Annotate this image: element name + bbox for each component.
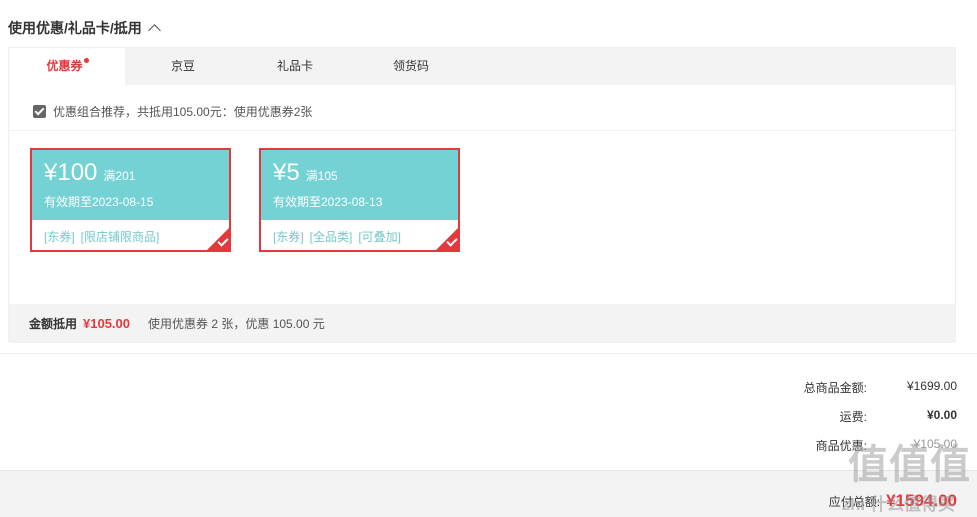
total-value: ¥1699.00 <box>906 379 957 393</box>
coupon-tag: [东券] <box>273 230 304 244</box>
recommend-text: 优惠组合推荐，共抵用105.00元：使用优惠券2张 <box>53 105 313 119</box>
total-label: 总商品金额: <box>803 381 867 395</box>
coupon-header: ¥100 满201 有效期至2023-08-15 <box>32 150 229 220</box>
coupon-validity: 有效期至2023-08-13 <box>273 195 383 209</box>
tab-bar: 优惠券 京豆 礼品卡 领货码 <box>9 48 955 85</box>
tab-coupons[interactable]: 优惠券 <box>9 48 125 85</box>
chevron-up-icon[interactable] <box>147 23 161 37</box>
coupon-card[interactable]: ¥5 满105 有效期至2023-08-13 [东券] [全品类] [可叠加] <box>259 148 460 252</box>
total-label: 运费: <box>839 410 867 424</box>
total-row-goods: 总商品金额: ¥1699.00 <box>747 379 957 396</box>
coupon-amount: ¥5 <box>273 159 300 186</box>
recommend-combo[interactable]: 优惠组合推荐，共抵用105.00元：使用优惠券2张 <box>33 103 312 120</box>
coupon-tag: [东券] <box>44 230 75 244</box>
coupon-tag: [全品类] <box>309 230 353 244</box>
coupon-validity: 有效期至2023-08-15 <box>44 195 154 209</box>
coupon-tags: [东券] [全品类] [可叠加] <box>273 228 407 245</box>
coupon-card[interactable]: ¥100 满201 有效期至2023-08-15 [东券] [限店铺限商品] <box>30 148 231 252</box>
coupon-amount: ¥100 <box>44 159 98 186</box>
total-row-shipping: 运费: ¥0.00 <box>747 408 957 425</box>
coupon-condition: 满201 <box>103 169 136 183</box>
summary-desc: 使用优惠券 2 张，优惠 105.00 元 <box>148 317 325 331</box>
new-dot-icon <box>83 58 89 63</box>
coupon-condition: 满105 <box>305 169 338 183</box>
watermark-logo: 值值值 <box>848 443 971 487</box>
coupon-header: ¥5 满105 有效期至2023-08-13 <box>261 150 458 220</box>
watermark-text: zhi 什么值得买 <box>841 495 955 514</box>
section-title: 使用优惠/礼品卡/抵用 <box>8 20 142 36</box>
divider <box>0 353 977 354</box>
total-value: ¥0.00 <box>926 408 957 422</box>
discount-panel: 优惠券 京豆 礼品卡 领货码 优惠组合推荐，共抵用105.00元：使用优惠券2张… <box>8 47 956 343</box>
coupon-tag: [可叠加] <box>358 230 402 244</box>
recommend-checkbox[interactable] <box>33 105 46 118</box>
summary-amount: ¥105.00 <box>83 316 131 331</box>
discount-summary: 金额抵用 ¥105.00 使用优惠券 2 张，优惠 105.00 元 <box>9 304 955 343</box>
tab-gift-card[interactable]: 礼品卡 <box>237 48 353 85</box>
summary-label: 金额抵用 <box>29 317 78 331</box>
tab-pickup-code[interactable]: 领货码 <box>353 48 469 85</box>
section-header[interactable]: 使用优惠/礼品卡/抵用 <box>8 18 161 38</box>
tab-jingdou[interactable]: 京豆 <box>125 48 241 85</box>
coupon-tags: [东券] [限店铺限商品] <box>44 228 165 245</box>
divider <box>9 130 955 131</box>
coupon-tag: [限店铺限商品] <box>80 230 160 244</box>
